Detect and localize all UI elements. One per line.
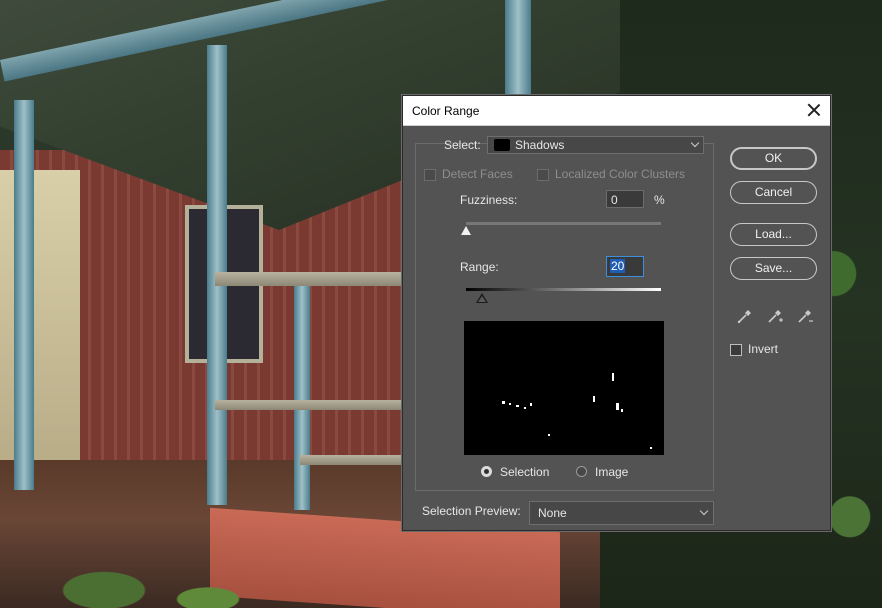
- image-radio-label: Image: [595, 465, 629, 479]
- eyedropper-add-icon[interactable]: [766, 307, 784, 325]
- selection-radio[interactable]: [481, 466, 492, 477]
- invert-checkbox[interactable]: [730, 344, 742, 356]
- preview-speck: [530, 403, 532, 406]
- select-dropdown[interactable]: Shadows: [487, 136, 704, 154]
- preview-speck: [548, 434, 550, 436]
- preview-speck: [502, 401, 505, 404]
- select-value: Shadows: [515, 138, 565, 152]
- ok-button[interactable]: OK: [730, 147, 817, 170]
- grass: [0, 520, 260, 608]
- detect-faces-checkbox[interactable]: [424, 169, 436, 181]
- range-slider-track[interactable]: [466, 288, 661, 291]
- range-input-value: 20: [610, 259, 626, 273]
- selection-preview-image: [464, 321, 664, 455]
- porch-rail: [215, 272, 405, 286]
- range-label: Range:: [460, 260, 499, 274]
- preview-speck: [593, 396, 595, 402]
- save-button[interactable]: Save...: [730, 257, 817, 280]
- chevron-down-icon: [690, 138, 700, 148]
- selection-radio-label: Selection: [500, 465, 550, 479]
- porch-rail: [300, 455, 405, 465]
- preview-speck: [509, 403, 511, 405]
- invert-label: Invert: [748, 342, 779, 356]
- porch-post: [294, 280, 310, 510]
- preview-speck: [650, 447, 652, 449]
- preview-speck: [612, 373, 614, 381]
- preview-speck: [524, 407, 526, 409]
- title-bar: Color Range: [403, 96, 830, 126]
- fuzziness-slider-thumb[interactable]: [461, 226, 471, 235]
- range-slider-thumb[interactable]: [475, 293, 488, 303]
- selection-preview-value: None: [538, 506, 567, 520]
- house-door: [0, 170, 80, 460]
- fuzziness-input[interactable]: 0: [606, 190, 644, 208]
- color-range-dialog: Color Range Select: Shadows Detect Faces…: [402, 95, 831, 531]
- porch-post: [14, 100, 34, 490]
- range-input[interactable]: 20: [606, 256, 644, 277]
- selection-preview-dropdown[interactable]: None: [529, 501, 714, 525]
- preview-speck: [616, 403, 619, 410]
- localized-clusters-checkbox[interactable]: [537, 169, 549, 181]
- porch-post: [505, 0, 531, 100]
- preview-speck: [516, 405, 519, 407]
- color-swatch: [494, 139, 510, 151]
- image-radio[interactable]: [576, 466, 587, 477]
- eyedropper-icon[interactable]: [736, 307, 754, 325]
- eyedropper-subtract-icon[interactable]: [796, 307, 814, 325]
- fuzziness-unit: %: [654, 193, 665, 207]
- selection-preview-label: Selection Preview:: [422, 504, 521, 518]
- chevron-down-icon: [699, 506, 709, 516]
- fuzziness-label: Fuzziness:: [460, 193, 518, 207]
- fuzziness-slider-track[interactable]: [466, 222, 661, 225]
- detect-faces-label: Detect Faces: [442, 167, 513, 181]
- localized-clusters-label: Localized Color Clusters: [555, 167, 686, 181]
- dialog-title: Color Range: [412, 104, 480, 118]
- preview-speck: [621, 409, 623, 412]
- load-button[interactable]: Load...: [730, 223, 817, 246]
- porch-rail: [215, 400, 405, 410]
- select-label: Select:: [444, 138, 481, 152]
- close-icon[interactable]: [804, 100, 824, 120]
- cancel-button[interactable]: Cancel: [730, 181, 817, 204]
